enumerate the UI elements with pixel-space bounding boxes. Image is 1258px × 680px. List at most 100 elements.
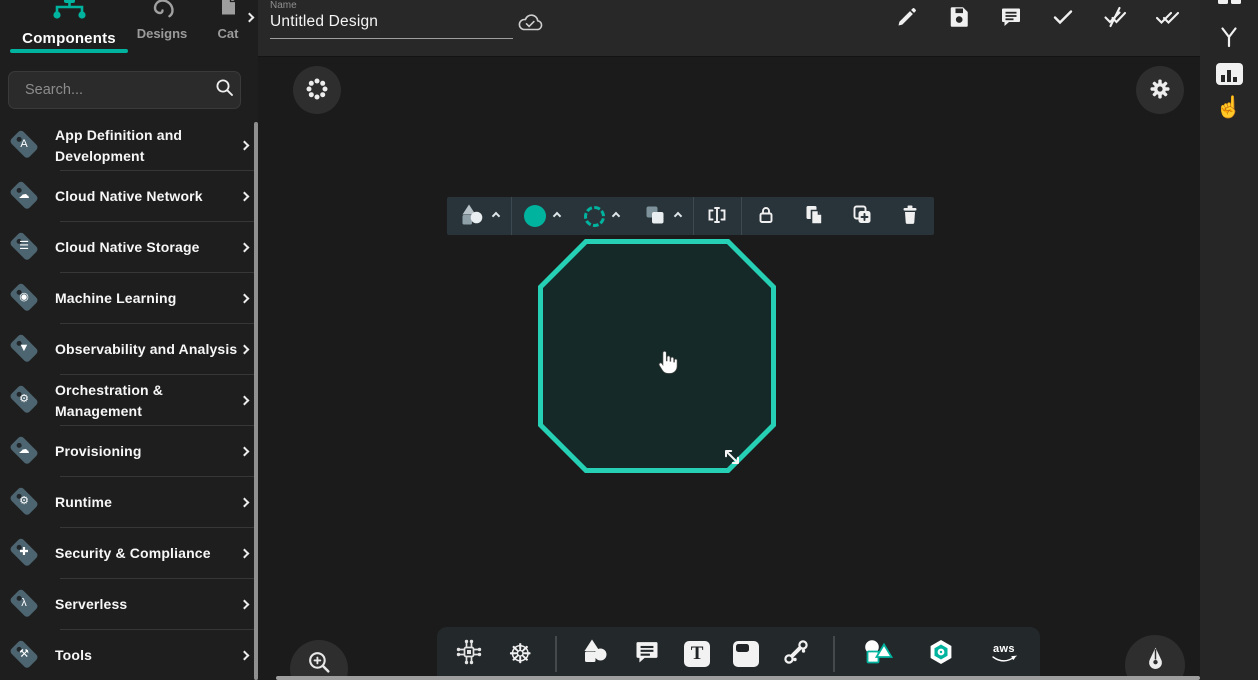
tab-designs-label: Designs	[134, 26, 190, 41]
category-label: Security & Compliance	[55, 543, 241, 564]
stroke-style-swatch	[584, 206, 605, 227]
shapes-library-button[interactable]	[858, 634, 898, 674]
design-topbar: Name	[258, 0, 1258, 57]
note-tool-icon	[733, 641, 759, 667]
sidebar-item-provisioning[interactable]: ☁ Provisioning	[0, 426, 258, 477]
save-button[interactable]	[947, 6, 971, 30]
duplicate-button[interactable]	[790, 197, 838, 235]
aws-logo: aws	[993, 644, 1015, 655]
sidebar-tabs: Components Designs Cat	[0, 0, 258, 58]
category-label: Cloud Native Storage	[55, 237, 241, 258]
duplicate-icon	[802, 203, 826, 230]
design-name-input[interactable]	[270, 11, 513, 39]
hexagon-library-icon	[921, 632, 961, 675]
sidebar-item-security-compliance[interactable]: ✚ Security & Compliance	[0, 528, 258, 579]
comment-tool-button[interactable]	[633, 638, 661, 669]
copy-style-button[interactable]	[631, 197, 693, 235]
canvas-horizontal-scrollbar[interactable]	[276, 676, 1200, 680]
snowflake-icon	[304, 76, 330, 105]
analytics-button[interactable]	[1216, 63, 1243, 85]
lock-button[interactable]	[742, 197, 790, 235]
chevron-right-icon	[240, 192, 250, 202]
sidebar-item-observability[interactable]: ▼ Observability and Analysis	[0, 324, 258, 375]
components-sidebar: Components Designs Cat	[0, 0, 258, 680]
resize-handle[interactable]	[719, 444, 745, 475]
selection-toolbar	[447, 197, 934, 235]
chevron-up-icon	[552, 212, 560, 220]
tab-designs[interactable]: Designs	[134, 0, 190, 56]
kubernetes-button[interactable]: ☸	[508, 640, 532, 668]
delete-button[interactable]	[886, 197, 934, 235]
shape-picker-icon	[459, 202, 485, 231]
chevron-right-icon	[245, 12, 255, 22]
cloud-storage-tag-icon: ☰	[5, 228, 45, 268]
rename-button[interactable]	[693, 197, 741, 235]
selected-octagon-shape[interactable]	[538, 239, 776, 478]
sidebar-item-tools[interactable]: ⚒ Tools	[0, 630, 258, 680]
canvas-settings-button[interactable]	[1136, 66, 1184, 114]
active-tab-underline	[10, 49, 128, 53]
edit-button[interactable]	[895, 6, 919, 30]
stroke-style-button[interactable]	[572, 197, 631, 235]
edge-connect-icon	[782, 638, 810, 669]
copy-add-icon	[850, 203, 874, 230]
table-grid-button[interactable]	[1218, 0, 1241, 4]
note-tool-button[interactable]	[733, 641, 759, 667]
edge-connect-button[interactable]	[782, 638, 810, 669]
search-input[interactable]	[23, 81, 214, 99]
sidebar-item-machine-learning[interactable]: ◉ Machine Learning	[0, 273, 258, 324]
right-dock: ☝	[1200, 0, 1258, 680]
zoom-in-button[interactable]	[290, 640, 348, 680]
cloud-network-tag-icon: ☁	[5, 177, 45, 217]
freeze-button[interactable]	[293, 66, 341, 114]
tab-components[interactable]: Components	[8, 0, 130, 56]
touch-interaction-icon: ☝	[1216, 96, 1242, 119]
chevron-up-icon	[611, 212, 619, 220]
component-node-button[interactable]	[453, 636, 485, 671]
sidebar-item-serverless[interactable]: λ Serverless	[0, 579, 258, 630]
sidebar-item-runtime[interactable]: ⚙ Runtime	[0, 477, 258, 528]
chevron-right-icon	[240, 294, 250, 304]
aws-library-button[interactable]: aws	[984, 634, 1024, 674]
text-tool-button[interactable]: T	[684, 641, 710, 667]
pen-nib-icon	[1142, 645, 1169, 675]
chevron-right-icon	[240, 549, 250, 559]
merge-button[interactable]	[1217, 25, 1241, 52]
chevron-right-icon	[240, 243, 250, 253]
chevron-right-icon	[240, 141, 250, 151]
comment-button[interactable]	[999, 6, 1023, 30]
pen-tool-button[interactable]	[1125, 635, 1185, 680]
sidebar-item-orchestration[interactable]: ⚙ Orchestration & Management	[0, 375, 258, 426]
category-label: Observability and Analysis	[55, 339, 241, 360]
sidebar-item-cloud-native-network[interactable]: ☁ Cloud Native Network	[0, 171, 258, 222]
category-label: Tools	[55, 645, 241, 666]
delete-trash-icon	[898, 203, 922, 230]
tab-catalog-label: Cat	[206, 26, 250, 41]
hexagon-library-button[interactable]	[921, 634, 961, 674]
observability-tag-icon: ▼	[5, 330, 45, 370]
dry-run-button[interactable]	[1103, 6, 1127, 30]
shape-picker-button[interactable]	[447, 197, 511, 235]
design-canvas[interactable]: ☸	[258, 57, 1200, 680]
design-name-field: Name	[270, 0, 513, 39]
orchestration-tag-icon: ⚙	[5, 381, 45, 421]
touch-interaction-button[interactable]: ☝	[1216, 97, 1242, 119]
provisioning-tag-icon: ☁	[5, 432, 45, 472]
tab-components-label: Components	[8, 30, 130, 47]
copy-add-button[interactable]	[838, 197, 886, 235]
category-list: A App Definition and Development ☁ Cloud…	[0, 120, 258, 680]
deploy-button[interactable]	[1155, 6, 1179, 30]
shapes-tool-button[interactable]	[580, 637, 610, 670]
category-label: Cloud Native Network	[55, 186, 241, 207]
search-icon[interactable]	[214, 77, 236, 104]
sidebar-item-cloud-native-storage[interactable]: ☰ Cloud Native Storage	[0, 222, 258, 273]
lock-icon	[754, 203, 778, 230]
designs-spiral-icon	[150, 0, 174, 27]
sidebar-item-app-definition[interactable]: A App Definition and Development	[0, 120, 258, 171]
analytics-chart-icon	[1233, 77, 1237, 82]
validate-button[interactable]	[1051, 6, 1075, 30]
tabs-scroll-right-button[interactable]	[240, 6, 256, 26]
chevron-right-icon	[240, 396, 250, 406]
fill-color-button[interactable]	[512, 197, 572, 235]
save-icon	[947, 5, 971, 32]
